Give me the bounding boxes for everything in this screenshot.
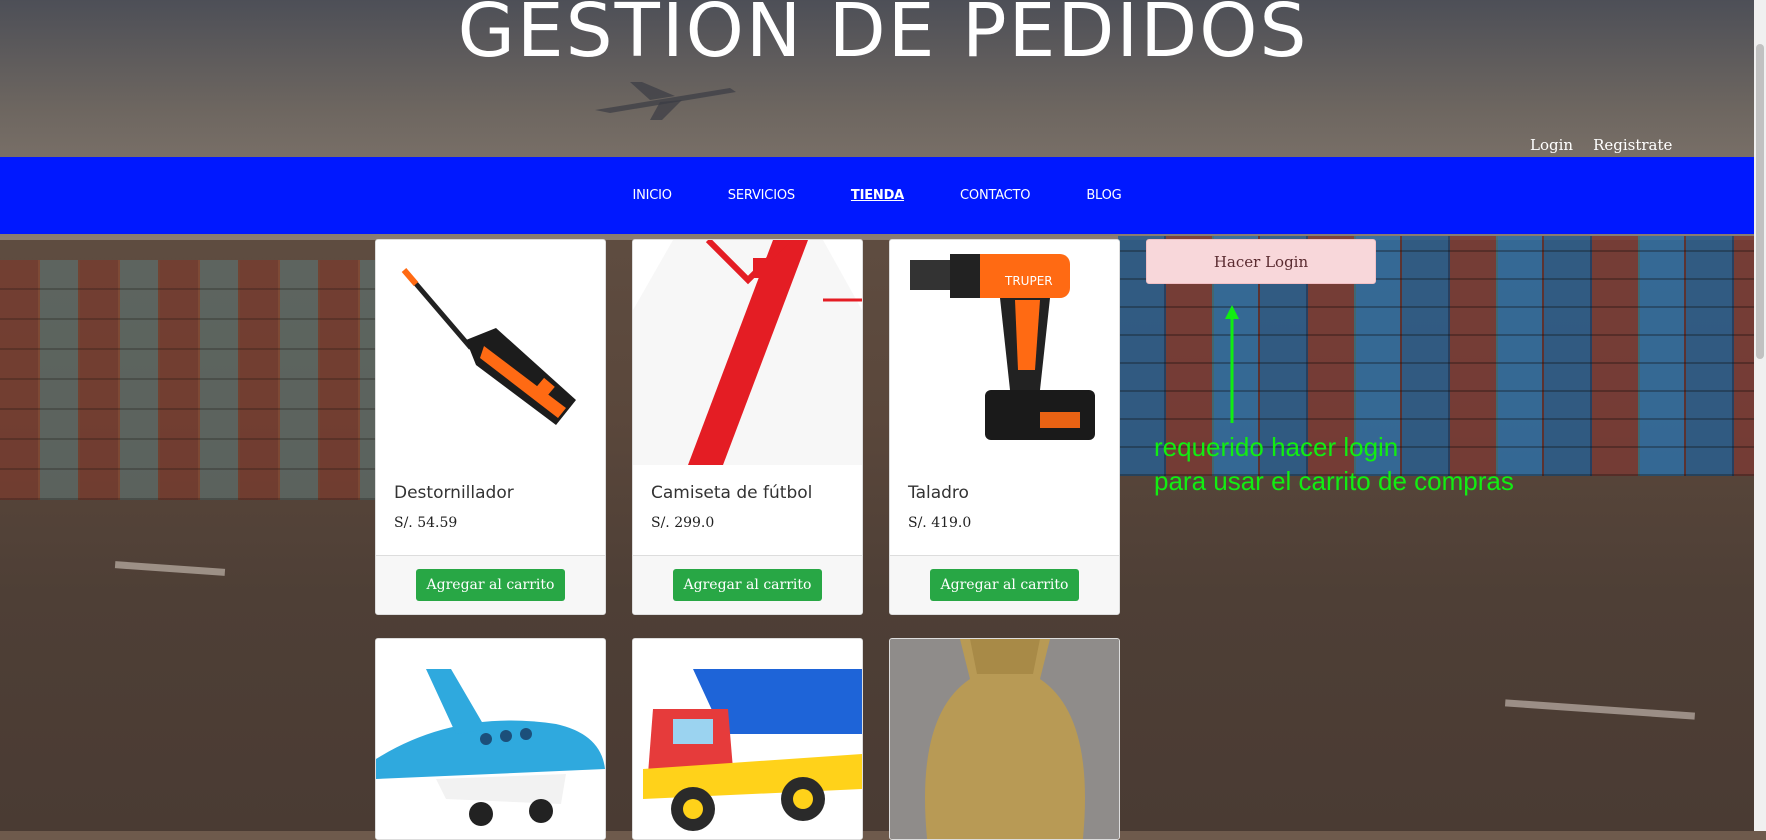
product-image-drill: TRUPER xyxy=(890,240,1119,465)
product-card: Camiseta de fútbol S/. 299.0 Agregar al … xyxy=(632,239,863,615)
login-link[interactable]: Login xyxy=(1530,136,1573,154)
product-price: S/. 54.59 xyxy=(394,515,458,531)
airplane-graphic xyxy=(595,82,736,120)
nav-item-inicio[interactable]: INICIO xyxy=(632,188,672,203)
product-name: Taladro xyxy=(908,483,969,503)
product-image-peru-jersey xyxy=(633,240,862,465)
main-nav: INICIO SERVICIOS TIENDA CONTACTO BLOG xyxy=(0,157,1754,234)
product-image-toy-airplane xyxy=(376,639,605,839)
product-price: S/. 419.0 xyxy=(908,515,972,531)
add-to-cart-button[interactable]: Agregar al carrito xyxy=(672,569,823,601)
arrow-up-icon xyxy=(1225,305,1239,423)
add-to-cart-button[interactable]: Agregar al carrito xyxy=(415,569,566,601)
scrollbar-thumb[interactable] xyxy=(1756,44,1764,359)
add-to-cart-button[interactable]: Agregar al carrito xyxy=(929,569,1080,601)
nav-item-blog[interactable]: BLOG xyxy=(1086,188,1121,203)
product-card: TRUPER Taladro S/. 419.0 Agregar al carr… xyxy=(889,239,1120,615)
background-scene xyxy=(0,0,1766,831)
scrollbar[interactable] xyxy=(1754,0,1766,831)
login-annotation: requerido hacer login para usar el carri… xyxy=(1154,430,1514,498)
nav-item-tienda[interactable]: TIENDA xyxy=(851,188,904,203)
login-required-alert[interactable]: Hacer Login xyxy=(1146,239,1376,284)
register-link[interactable]: Registrate xyxy=(1593,136,1672,154)
product-price: S/. 299.0 xyxy=(651,515,715,531)
nav-item-contacto[interactable]: CONTACTO xyxy=(960,188,1030,203)
svg-text:TRUPER: TRUPER xyxy=(1004,274,1053,288)
annotation-line-1: requerido hacer login xyxy=(1154,432,1399,462)
product-card xyxy=(632,638,863,840)
nav-item-servicios[interactable]: SERVICIOS xyxy=(728,188,795,203)
product-image-screwdriver xyxy=(376,240,605,465)
site-title: GESTIÓN DE PEDIDOS xyxy=(457,0,1309,74)
product-card xyxy=(375,638,606,840)
product-image-vase xyxy=(890,639,1119,839)
product-card xyxy=(889,638,1120,840)
product-image-toy-truck xyxy=(633,639,862,839)
product-name: Destornillador xyxy=(394,483,514,503)
auth-links: Login Registrate xyxy=(1530,136,1672,154)
annotation-line-2: para usar el carrito de compras xyxy=(1154,466,1514,496)
product-name: Camiseta de fútbol xyxy=(651,483,813,503)
product-card: Destornillador S/. 54.59 Agregar al carr… xyxy=(375,239,606,615)
